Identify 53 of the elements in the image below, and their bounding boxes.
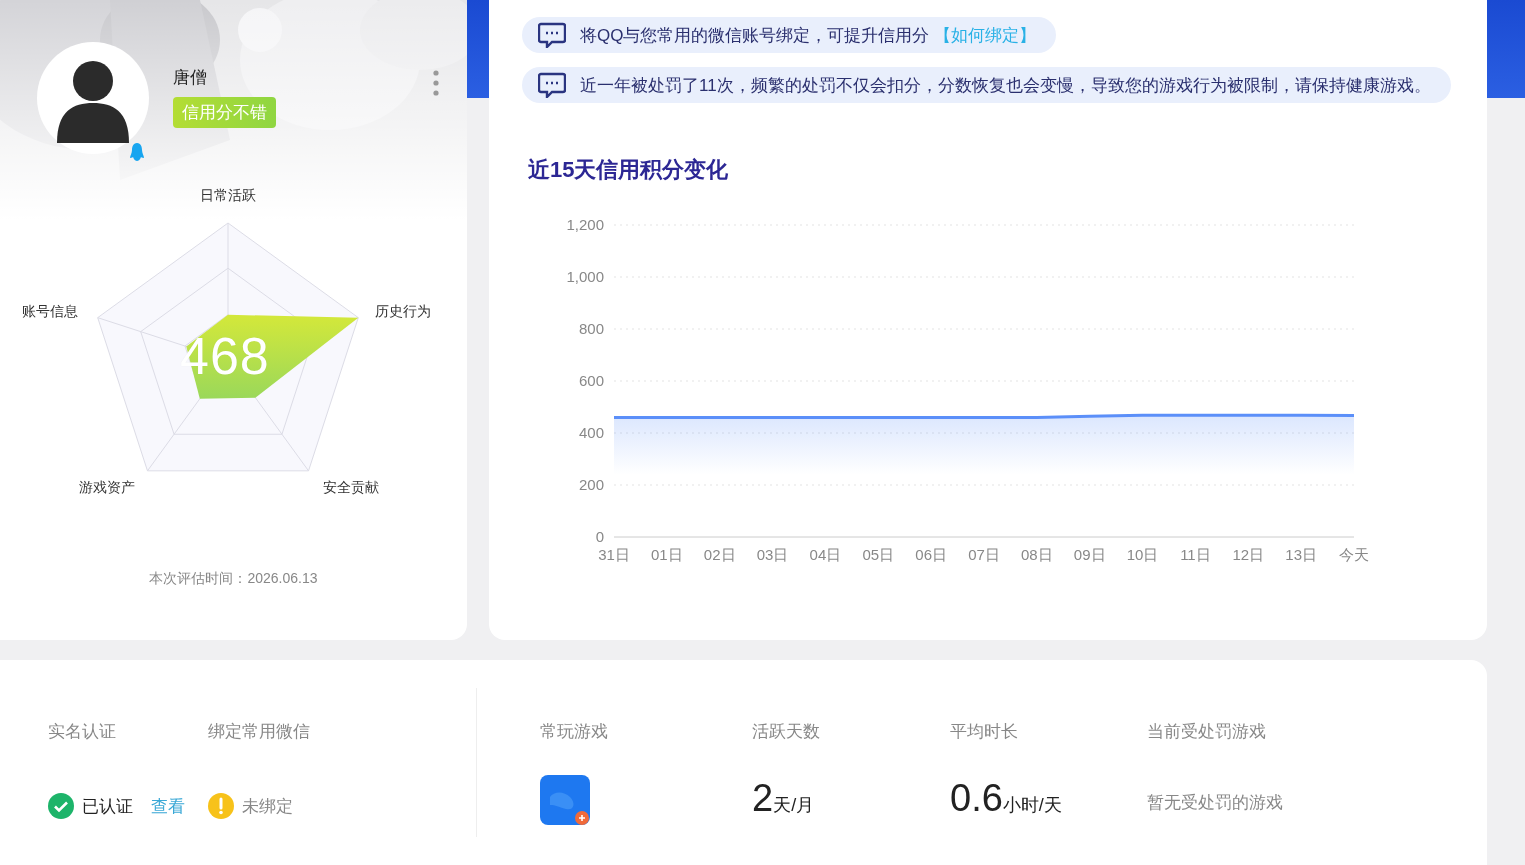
x-tick-label: 09日 <box>1073 546 1106 563</box>
x-tick-label: 08日 <box>1021 546 1053 563</box>
stat-label: 活跃天数 <box>752 721 821 743</box>
x-tick-label: 03日 <box>756 546 789 563</box>
message-icon <box>538 22 566 48</box>
y-tick-label: 800 <box>578 320 604 337</box>
credit-badge: 信用分不错 <box>173 97 276 128</box>
radar-axis-label: 账号信息 <box>22 303 78 319</box>
evaluation-date: 本次评估时间：2026.06.13 <box>148 570 319 588</box>
status-text: 未绑定 <box>242 795 293 818</box>
y-tick-label: 400 <box>578 424 604 441</box>
radar-axis-label: 安全贡献 <box>323 479 379 495</box>
y-tick-label: 0 <box>595 528 604 545</box>
status-text: 已认证 <box>82 795 133 818</box>
field-label: 实名认证 <box>48 721 117 743</box>
more-menu-icon[interactable] <box>433 70 439 96</box>
x-tick-label: 31日 <box>598 546 630 563</box>
radar-axis-label: 游戏资产 <box>79 479 135 495</box>
how-to-bind-link[interactable]: 【如何绑定】 <box>934 25 1037 45</box>
view-link[interactable]: 查看 <box>151 794 185 818</box>
chart-title: 近15天信用积分变化 <box>528 156 730 184</box>
radar-axis-label: 历史行为 <box>375 303 431 319</box>
stat-value: 0.6小时/天 <box>950 777 1063 820</box>
y-tick-label: 200 <box>578 476 604 493</box>
check-icon <box>48 793 74 819</box>
status-badge-icon <box>129 142 145 162</box>
y-tick-label: 1,200 <box>566 216 604 233</box>
notice-text: 将QQ与您常用的微信账号绑定，可提升信用分 【如何绑定】 <box>580 24 1037 47</box>
y-tick-label: 600 <box>578 372 604 389</box>
x-tick-label: 06日 <box>915 546 947 563</box>
user-name: 唐僧 <box>173 67 207 89</box>
x-tick-label: 02日 <box>703 546 736 563</box>
x-tick-label: 05日 <box>862 546 895 563</box>
stat-label: 常玩游戏 <box>540 721 609 743</box>
x-tick-label: 今天 <box>1339 546 1369 563</box>
stat-text: 暂无受处罚的游戏 <box>1147 792 1284 814</box>
x-tick-label: 11日 <box>1180 546 1211 563</box>
radar-axis-label: 日常活跃 <box>200 187 256 203</box>
x-tick-label: 04日 <box>809 546 842 563</box>
x-tick-label: 01日 <box>651 546 683 563</box>
notice-text: 近一年被处罚了11次，频繁的处罚不仅会扣分，分数恢复也会变慢，导致您的游戏行为被限制，请保持健康游戏。 <box>580 74 1431 97</box>
x-tick-label: 12日 <box>1232 546 1265 563</box>
x-tick-label: 13日 <box>1285 546 1317 563</box>
field-label: 绑定常用微信 <box>208 721 311 743</box>
x-tick-label: 07日 <box>968 546 1000 563</box>
message-icon <box>538 72 566 98</box>
x-tick-label: 10日 <box>1126 546 1159 563</box>
game-app-icon[interactable] <box>540 775 592 827</box>
warning-icon <box>208 793 234 819</box>
y-tick-label: 1,000 <box>566 268 604 285</box>
stat-value: 2天/月 <box>752 777 816 820</box>
stat-label: 平均时长 <box>950 721 1019 743</box>
stat-label: 当前受处罚游戏 <box>1147 721 1267 743</box>
